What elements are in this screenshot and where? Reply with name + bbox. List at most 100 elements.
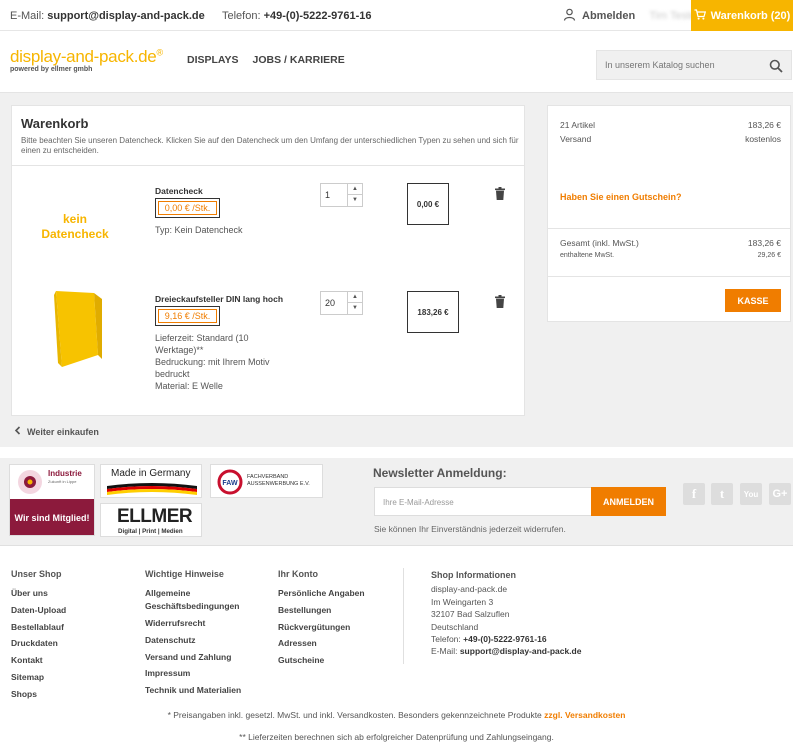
summary-shipping: Versand kostenlos (560, 134, 781, 144)
footer-link-upload[interactable]: Daten-Upload (11, 602, 66, 619)
trash-icon[interactable] (495, 295, 505, 311)
site-logo[interactable]: display-and-pack.de® powered by ellmer g… (10, 47, 163, 73)
item-unit-price: 0,00 € /Stk. (155, 198, 220, 218)
email-label: E-Mail: (431, 646, 458, 657)
nav-displays[interactable]: DISPLAYS (187, 54, 239, 66)
email-link[interactable]: support@display-and-pack.de (47, 10, 204, 22)
ellmer-logo[interactable]: ELLMER Digital | Print | Medien (100, 503, 202, 537)
twitter-icon[interactable]: t (711, 483, 733, 505)
cart-button[interactable]: Warenkorb (20) (691, 0, 793, 31)
item-info-line: Lieferzeit: Standard (10 (155, 333, 249, 343)
summary-total: Gesamt (inkl. MwSt.) 183,26 € (560, 238, 781, 248)
item-info-line: Material: E Welle (155, 381, 223, 391)
quantity-stepper[interactable]: 20 ▲ ▼ (320, 291, 363, 315)
quantity-value[interactable]: 1 (325, 190, 330, 200)
industrie-title: Industrie (48, 469, 82, 478)
footer-link-imprint[interactable]: Impressum (145, 665, 255, 682)
order-summary: 21 Artikel 183,26 € Versand kostenlos Habe… (547, 105, 791, 322)
footer-link-print-data[interactable]: Druckdaten (11, 635, 66, 652)
footer-link-sitemap[interactable]: Sitemap (11, 669, 66, 686)
continue-shopping-link[interactable]: Weiter einkaufen (14, 426, 99, 437)
cart-title: Warenkorb (21, 116, 89, 131)
phone-link[interactable]: +49-(0)-5222-9761-16 (264, 10, 372, 22)
logo-name: display-and-pack.de (10, 47, 157, 66)
quantity-stepper[interactable]: 1 ▲ ▼ (320, 183, 363, 207)
chevron-up-icon[interactable]: ▲ (348, 184, 362, 195)
footer-column-title: Ihr Konto (278, 569, 318, 579)
footer-link-shops[interactable]: Shops (11, 686, 66, 703)
search-input[interactable] (597, 60, 757, 70)
trash-icon[interactable] (495, 187, 505, 203)
item-info: Typ: Kein Datencheck (155, 224, 243, 236)
footer-link-privacy[interactable]: Datenschutz (145, 632, 255, 649)
footer-link-agb[interactable]: Allgemeine Geschäftsbedingungen (145, 585, 255, 615)
logo-registered-mark: ® (156, 47, 163, 58)
item-image-dreieckaufsteller[interactable] (52, 289, 104, 369)
ellmer-subtitle: Digital | Print | Medien (118, 528, 183, 535)
quantity-value[interactable]: 20 (325, 298, 335, 308)
divider (12, 165, 524, 166)
item-title[interactable]: Dreieckaufsteller DIN lang hoch (155, 294, 283, 304)
chevron-up-icon[interactable]: ▲ (348, 292, 362, 303)
footer-link-about[interactable]: Über uns (11, 585, 66, 602)
faw-text-line: FACHVERBAND (247, 474, 289, 480)
item-info-line: bedruckt (155, 369, 190, 379)
faw-text: FACHVERBAND AUSSENWERBUNG E.V. (247, 474, 310, 488)
logo-subtitle: powered by ellmer gmbh (10, 66, 93, 73)
tax-label: enthaltene MwSt. (560, 252, 615, 259)
footer-link-personal-data[interactable]: Persönliche Angaben (278, 585, 365, 602)
voucher-link[interactable]: Haben Sie einen Gutschein? (560, 192, 682, 202)
cart-icon (694, 8, 706, 23)
newsletter-subscribe-button[interactable]: ANMELDEN (591, 487, 666, 516)
search-icon[interactable] (769, 59, 783, 76)
item-total: 0,00 € (407, 183, 449, 225)
shop-info-line: display-and-pack.de (431, 584, 508, 595)
articles-value: 183,26 € (747, 120, 781, 130)
footer-link-withdrawal[interactable]: Widerrufsrecht (145, 615, 255, 632)
youtube-icon[interactable]: You (740, 483, 762, 505)
item-info: Lieferzeit: Standard (10 Werktage)** Bed… (155, 332, 270, 392)
shop-info-line: Im Weingarten 3 (431, 596, 494, 607)
newsletter-email-input[interactable]: Ihre E-Mail-Adresse (374, 487, 592, 516)
footer-link-order-process[interactable]: Bestellablauf (11, 619, 66, 636)
logout-button[interactable]: Abmelden Tim Tester (563, 8, 700, 24)
tax-value: 29,26 € (757, 252, 781, 259)
footer-link-materials[interactable]: Technik und Materialien (145, 682, 255, 699)
industrie-membership-logo[interactable]: Industrie Zukunft in Lippe Wir sind Mitg… (9, 464, 95, 536)
footer-link-shipping[interactable]: Versand und Zahlung (145, 649, 255, 666)
total-value: 183,26 € (747, 238, 781, 248)
shipping-costs-link[interactable]: zzgl. Versandkosten (544, 710, 625, 720)
email-link[interactable]: support@display-and-pack.de (460, 646, 582, 656)
phone-link[interactable]: +49-(0)-5222-9761-16 (463, 634, 546, 644)
item-total-value: 183,26 € (417, 307, 449, 317)
made-in-germany-logo[interactable]: Made in Germany (100, 464, 202, 498)
footer-link-refunds[interactable]: Rückvergütungen (278, 619, 365, 636)
footer-link-addresses[interactable]: Adressen (278, 635, 365, 652)
nav-jobs[interactable]: JOBS / KARRIERE (253, 54, 345, 66)
faw-logo[interactable]: FAW FACHVERBAND AUSSENWERBUNG E.V. (210, 464, 323, 498)
footer-link-contact[interactable]: Kontakt (11, 652, 66, 669)
logout-label: Abmelden (582, 10, 636, 22)
google-plus-icon[interactable]: G+ (769, 483, 791, 505)
facebook-icon[interactable]: f (683, 483, 705, 505)
continue-shopping-label: Weiter einkaufen (27, 426, 99, 437)
item-title[interactable]: Datencheck (155, 186, 203, 196)
item-info-line: Typ: Kein Datencheck (155, 225, 243, 235)
item-image-datencheck[interactable]: kein Datencheck (34, 212, 116, 242)
footer-divider (403, 568, 404, 664)
faw-text-line: AUSSENWERBUNG E.V. (247, 481, 310, 487)
item-unit-price: 9,16 € /Stk. (155, 306, 220, 326)
checkout-button[interactable]: KASSE (725, 289, 781, 312)
footer-link-vouchers[interactable]: Gutscheine (278, 652, 365, 669)
chevron-down-icon[interactable]: ▼ (348, 195, 362, 206)
footer-hints-column: Wichtige Hinweise Allgemeine Geschäftsbe… (145, 569, 255, 699)
item-total-value: 0,00 € (416, 199, 440, 209)
summary-tax: enthaltene MwSt. 29,26 € (560, 252, 781, 259)
footer-shop-info: Shop Informationen display-and-pack.de I… (431, 569, 581, 658)
chevron-down-icon[interactable]: ▼ (348, 303, 362, 314)
delivery-time-note: ** Lieferzeiten berechnen sich ab erfolg… (239, 732, 554, 742)
footer-column-title: Unser Shop (11, 569, 62, 579)
datacheck-note: Bitte beachten Sie unseren Datencheck. K… (21, 136, 519, 155)
footer-link-orders[interactable]: Bestellungen (278, 602, 365, 619)
footer-shop-column: Unser Shop Über uns Daten-Upload Bestell… (11, 569, 66, 703)
